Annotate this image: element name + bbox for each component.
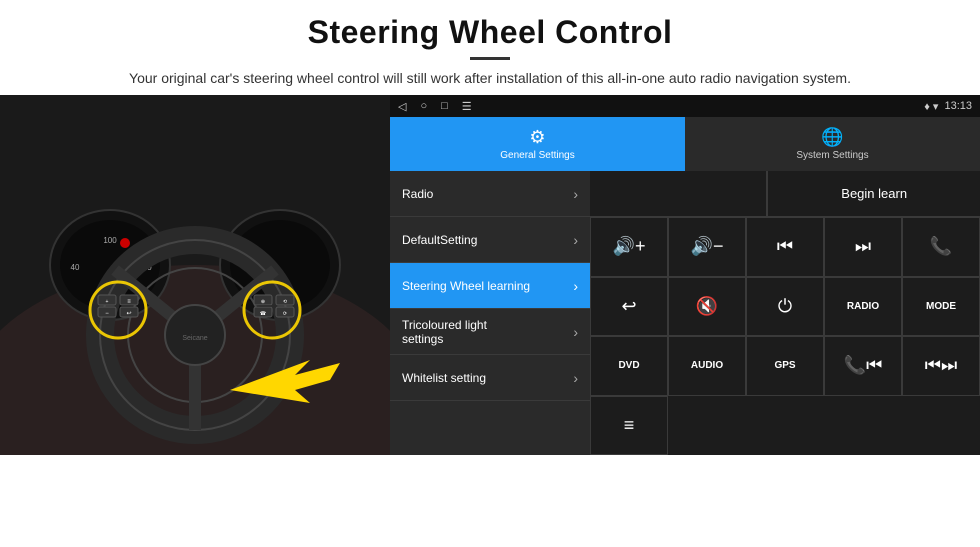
gear-icon: ⚙: [529, 127, 545, 148]
begin-learn-button[interactable]: Begin learn: [767, 171, 980, 216]
mute-button[interactable]: 🔇: [668, 277, 746, 337]
list-icon: ≡: [624, 415, 635, 436]
right-top-row: Begin learn: [590, 171, 980, 217]
empty-cell: [590, 171, 767, 216]
vol-down-button[interactable]: 🔊−: [668, 217, 746, 277]
right-panel: Begin learn 🔊+ 🔊− ⏮: [590, 171, 980, 455]
tab-system-settings[interactable]: 🌐 System Settings: [685, 117, 980, 171]
title-divider: [470, 57, 510, 60]
next-track-button[interactable]: ⏭: [824, 217, 902, 277]
prev-next-icon: ⏮⏭: [925, 355, 957, 376]
power-button[interactable]: ⏻: [746, 277, 824, 337]
mode-label: MODE: [926, 301, 956, 312]
power-icon: ⏻: [778, 296, 792, 317]
home-nav-icon[interactable]: ○: [420, 100, 427, 112]
page-container: Steering Wheel Control Your original car…: [0, 0, 980, 547]
dvd-button[interactable]: DVD: [590, 336, 668, 396]
radio-label: RADIO: [847, 301, 879, 312]
content-area: 100 60 40 120 Seicane: [0, 95, 980, 547]
chevron-icon: ›: [573, 324, 578, 340]
status-bar: ◁ ○ □ ☰ ♦ ▾ 13:13: [390, 95, 980, 117]
header-section: Steering Wheel Control Your original car…: [0, 0, 980, 95]
svg-text:Seicane: Seicane: [182, 335, 207, 342]
dvd-label: DVD: [618, 360, 639, 371]
audio-button[interactable]: AUDIO: [668, 336, 746, 396]
android-panel: ◁ ○ □ ☰ ♦ ▾ 13:13 ⚙ General Settings 🌐: [390, 95, 980, 455]
main-content: Radio › DefaultSetting › Steering Wheel …: [390, 171, 980, 455]
next-icon: ⏭: [855, 236, 871, 257]
gps-button[interactable]: GPS: [746, 336, 824, 396]
svg-text:≡: ≡: [127, 299, 131, 305]
prev-icon: ⏮: [777, 236, 793, 257]
mode-button[interactable]: MODE: [902, 277, 980, 337]
radio-button[interactable]: RADIO: [824, 277, 902, 337]
left-menu: Radio › DefaultSetting › Steering Wheel …: [390, 171, 590, 455]
svg-text:40: 40: [71, 263, 80, 272]
hangup-icon: ↩: [621, 296, 636, 317]
chevron-icon: ›: [573, 278, 578, 294]
audio-label: AUDIO: [691, 360, 723, 371]
prev-track-button[interactable]: ⏮: [746, 217, 824, 277]
car-image: 100 60 40 120 Seicane: [0, 95, 390, 455]
menu-item-default-setting[interactable]: DefaultSetting ›: [390, 217, 590, 263]
prev-next-button[interactable]: ⏮⏭: [902, 336, 980, 396]
tab-general-settings[interactable]: ⚙ General Settings: [390, 117, 685, 171]
gps-label: GPS: [774, 360, 795, 371]
volume-up-icon: 🔊+: [613, 236, 646, 257]
svg-text:☎: ☎: [260, 311, 266, 317]
menu-item-steering-wheel[interactable]: Steering Wheel learning ›: [390, 263, 590, 309]
clock: 13:13: [944, 100, 972, 112]
svg-text:100: 100: [103, 236, 117, 245]
control-grid: 🔊+ 🔊− ⏮ ⏭ 📞: [590, 217, 980, 455]
list-button[interactable]: ≡: [590, 396, 668, 456]
chevron-icon: ›: [573, 186, 578, 202]
menu-item-radio[interactable]: Radio ›: [390, 171, 590, 217]
tab-system-label: System Settings: [796, 150, 868, 161]
back-nav-icon[interactable]: ◁: [398, 100, 406, 113]
vol-up-button[interactable]: 🔊+: [590, 217, 668, 277]
recents-nav-icon[interactable]: □: [441, 100, 448, 112]
volume-down-icon: 🔊−: [691, 236, 724, 257]
status-bar-left: ◁ ○ □ ☰: [398, 100, 472, 113]
svg-text:+: +: [106, 299, 109, 305]
status-bar-right: ♦ ▾ 13:13: [924, 100, 972, 113]
tab-general-label: General Settings: [500, 150, 575, 161]
menu-item-whitelist[interactable]: Whitelist setting ›: [390, 355, 590, 401]
phone-icon: 📞: [930, 236, 952, 257]
menu-item-tricoloured[interactable]: Tricoloured lightsettings ›: [390, 309, 590, 355]
svg-text:⊕: ⊕: [261, 299, 265, 305]
hangup-button[interactable]: ↩: [590, 277, 668, 337]
tab-bar: ⚙ General Settings 🌐 System Settings: [390, 117, 980, 171]
menu-nav-icon[interactable]: ☰: [462, 100, 472, 113]
chevron-icon: ›: [573, 232, 578, 248]
phone-prev-icon: 📞⏮: [844, 355, 883, 376]
page-title: Steering Wheel Control: [60, 14, 920, 51]
subtitle: Your original car's steering wheel contr…: [60, 68, 920, 89]
mute-icon: 🔇: [696, 296, 718, 317]
globe-icon: 🌐: [821, 127, 843, 148]
call-button[interactable]: 📞: [902, 217, 980, 277]
phone-prev-button[interactable]: 📞⏮: [824, 336, 902, 396]
svg-text:−: −: [105, 311, 109, 317]
svg-text:↩: ↩: [126, 311, 131, 317]
location-icon: ♦ ▾: [924, 100, 938, 113]
chevron-icon: ›: [573, 370, 578, 386]
